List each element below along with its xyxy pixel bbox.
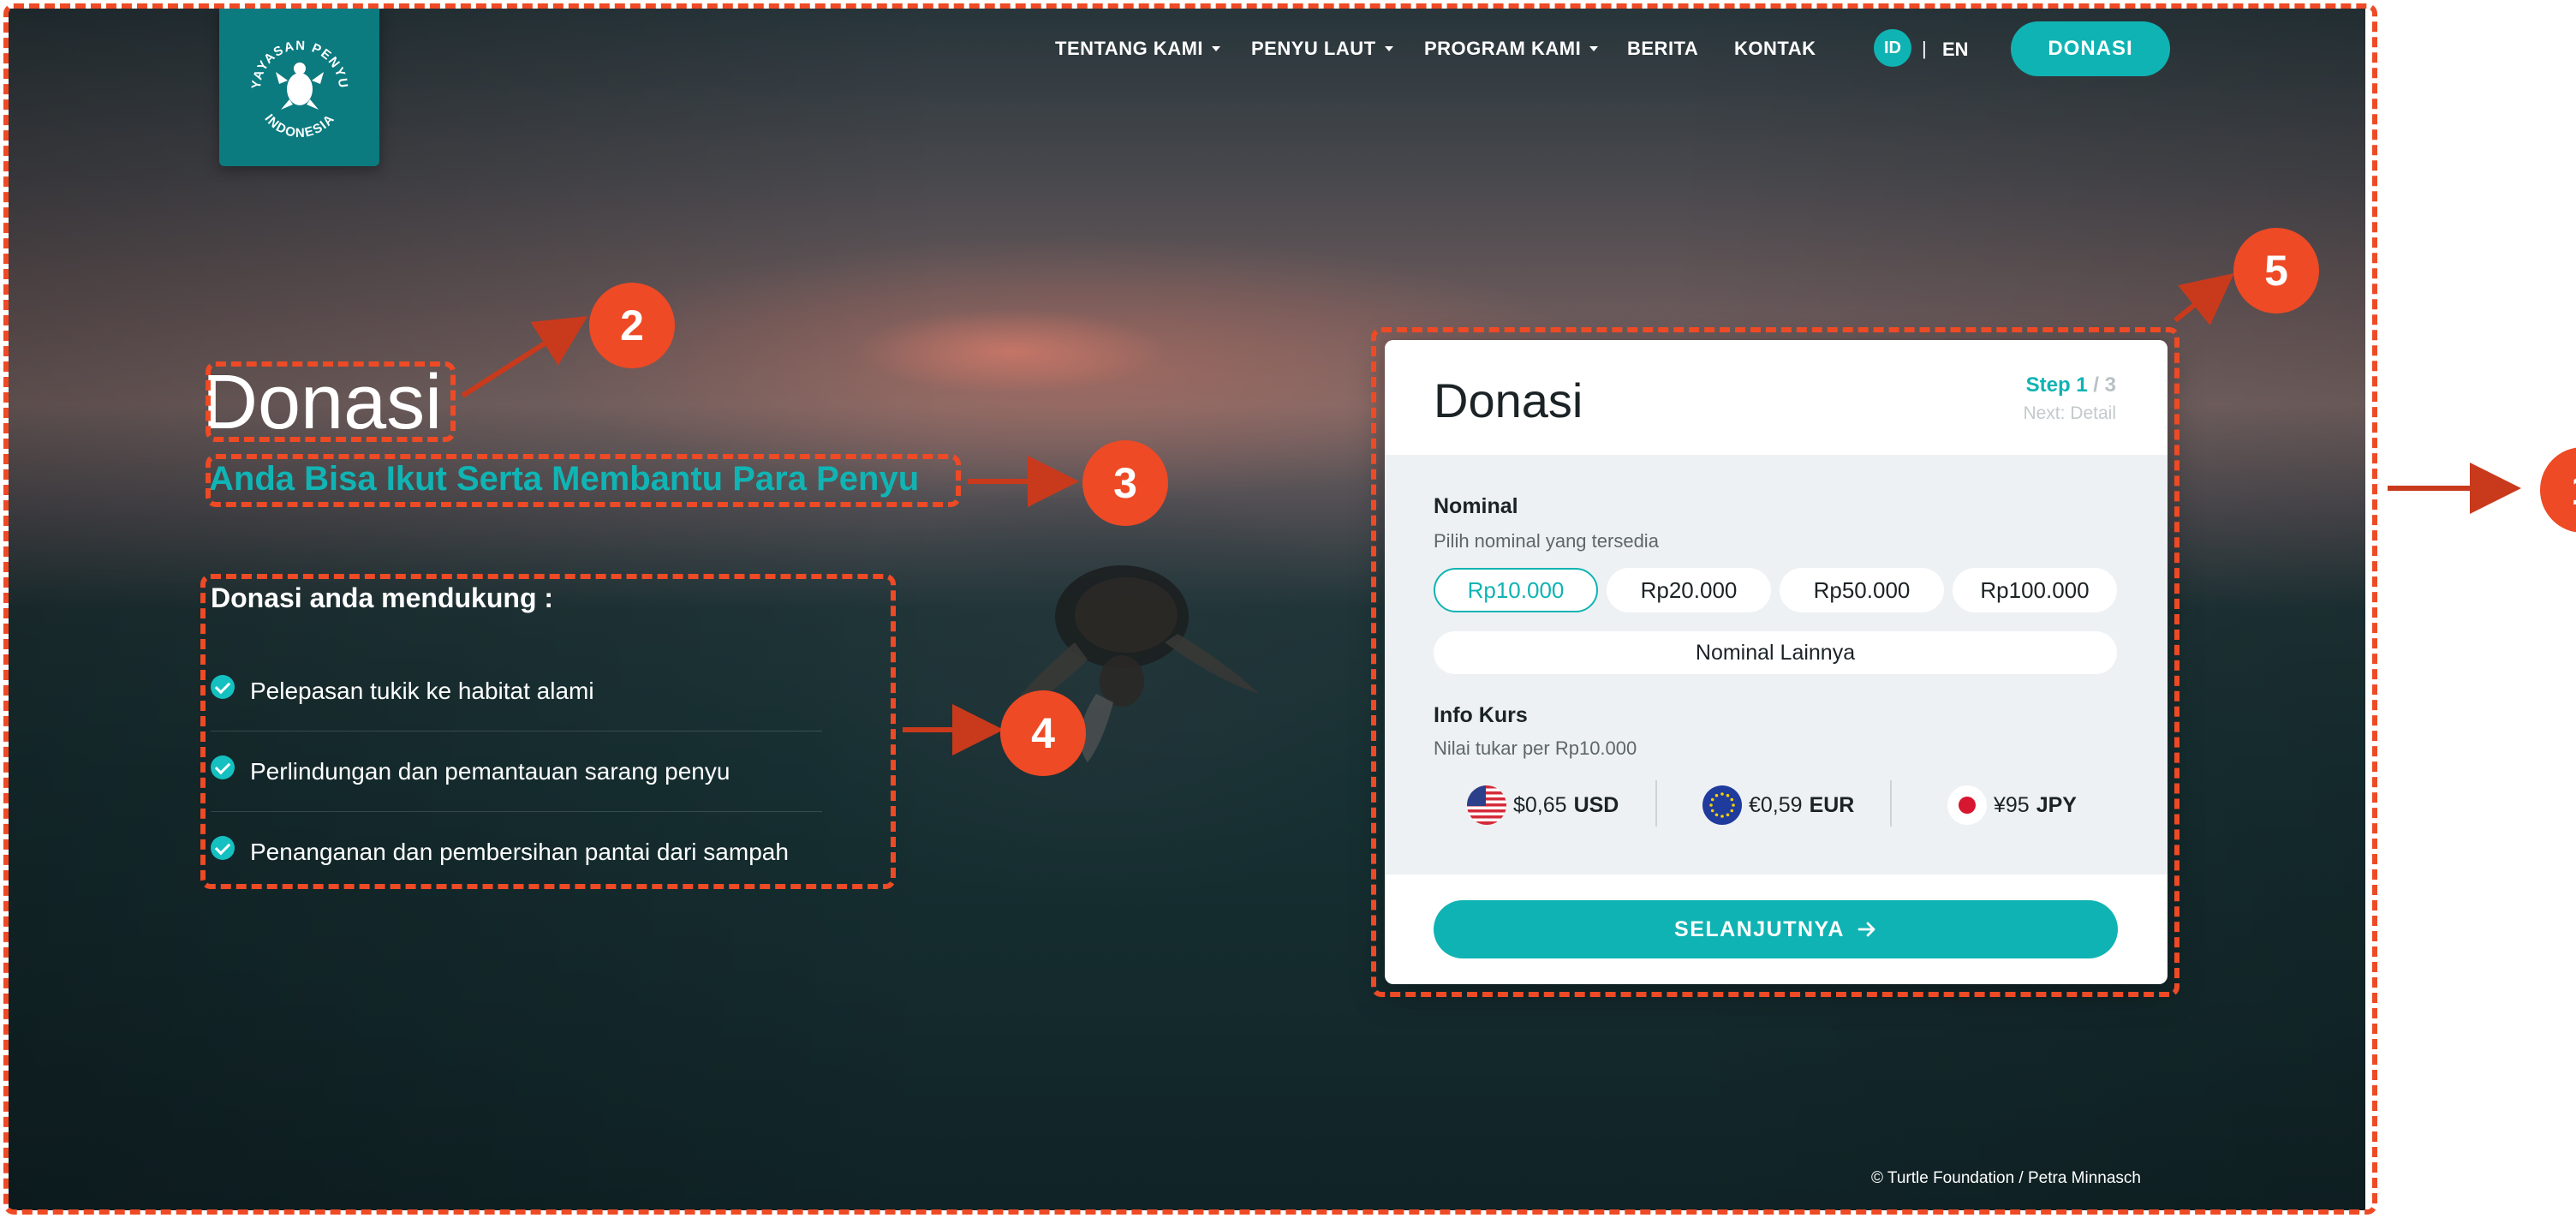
annotation-badge-5: 5	[2233, 228, 2319, 313]
annotation-badge-1: 1	[2540, 447, 2576, 533]
annotation-box-4	[200, 574, 896, 889]
annotation-box-2	[206, 361, 456, 442]
annotation-box-3	[206, 454, 961, 507]
annotation-badge-2: 2	[589, 283, 675, 368]
annotation-box-5	[1371, 327, 2179, 997]
annotation-badge-3: 3	[1082, 440, 1168, 526]
annotation-badge-4: 4	[1000, 690, 1086, 776]
